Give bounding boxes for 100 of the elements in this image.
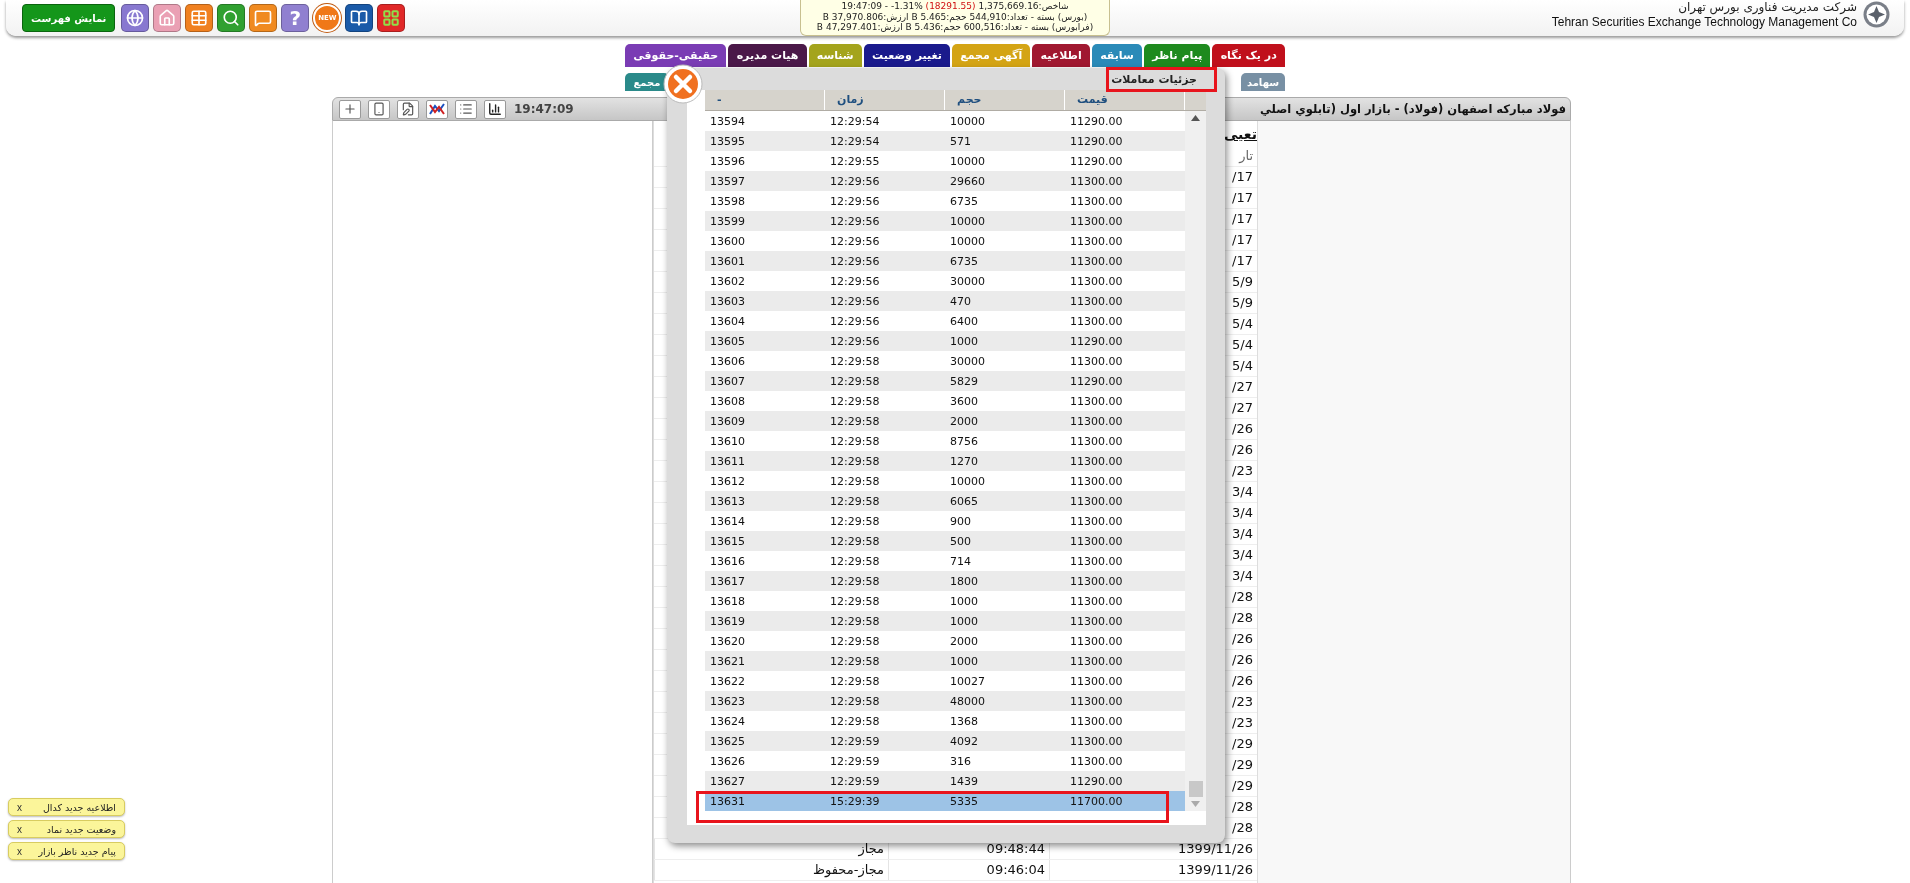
document-edit-icon[interactable] (397, 99, 419, 119)
tab[interactable]: اطلاعیه (1032, 44, 1090, 67)
table-cell: 09:46:04 (888, 860, 1049, 880)
table-cell-text: 13599 (709, 214, 746, 228)
table-cell-text: 11290.00 (1069, 774, 1124, 788)
table-row[interactable]: 13627 12:29:59 1439 11290.00 (705, 771, 1185, 791)
dismiss-button[interactable]: x (17, 845, 22, 857)
show-list-button[interactable]: نمایش فهرست (22, 4, 116, 32)
table-cell-text: 12:29:58 (829, 634, 881, 648)
tab[interactable]: هیات مدیره (728, 44, 807, 67)
company-name: Tehran Securities Exchange Technology Management Co (1551, 15, 1857, 29)
table-cell-text: 12:29:58 (829, 494, 881, 508)
table-cell-text: 1800 (949, 574, 979, 588)
tab[interactable]: حقیقی-حقوقی (625, 44, 727, 67)
table-row[interactable]: 13605 12:29:56 1000 11290.00 (705, 331, 1185, 351)
phone-icon[interactable] (368, 99, 390, 119)
notification-text: پیام جدید ناظر بازار (38, 845, 116, 857)
scrollbar[interactable] (1185, 111, 1206, 811)
list-icon[interactable] (455, 99, 477, 119)
table-cell-text: 12:29:54 (829, 134, 881, 148)
table-cell-text: 13596 (709, 154, 746, 168)
bar-chart-icon[interactable] (484, 99, 506, 119)
table-cell-text: 11290.00 (1069, 154, 1124, 168)
book-icon[interactable] (345, 4, 374, 32)
table-row[interactable]: 13603 12:29:56 470 11300.00 (705, 291, 1185, 311)
table-row[interactable]: 13595 12:29:54 571 11290.00 (705, 131, 1185, 151)
column-header: حجم (945, 90, 1065, 110)
table-cell-text: 10000 (949, 474, 986, 488)
table-row[interactable]: 13617 12:29:58 1800 11300.00 (705, 571, 1185, 591)
section-heading: تعیی (1223, 126, 1257, 142)
table-cell-text: 12:29:56 (829, 214, 881, 228)
tab[interactable]: تغییر وضعیت (863, 44, 951, 67)
table-icon[interactable] (185, 4, 214, 32)
table-row[interactable]: 13623 12:29:58 48000 11300.00 (705, 691, 1185, 711)
table-row[interactable]: 13613 12:29:58 6065 11300.00 (705, 491, 1185, 511)
table-row[interactable]: 13611 12:29:58 1270 11300.00 (705, 451, 1185, 471)
table-cell-text: 12:29:59 (829, 774, 881, 788)
table-row[interactable]: 13621 12:29:58 1000 11300.00 (705, 651, 1185, 671)
table-cell-text: 1000 (949, 594, 979, 608)
table-cell-text: 10000 (949, 154, 986, 168)
table-cell-text: 12:29:58 (829, 654, 881, 668)
table-cell-text: 12:29:58 (829, 514, 881, 528)
search-icon[interactable] (217, 4, 246, 32)
table-cell-text: 900 (949, 514, 972, 528)
table-cell-text: 12:29:58 (829, 554, 881, 568)
dialog-title: جزئیات معاملات (1111, 72, 1197, 86)
table-row[interactable]: 13615 12:29:58 500 11300.00 (705, 531, 1185, 551)
table-cell-text: 11300.00 (1069, 214, 1124, 228)
grid-icon[interactable] (377, 4, 406, 32)
chat-icon[interactable] (249, 4, 278, 32)
column-header: قیمت (1065, 90, 1185, 110)
table-cell-text: 11300.00 (1069, 634, 1124, 648)
table-cell-text: 12:29:56 (829, 294, 881, 308)
table-cell-text: 13623 (709, 694, 746, 708)
home-icon[interactable] (153, 4, 182, 32)
table-cell-text: 12:29:58 (829, 614, 881, 628)
table-cell-text: 11300.00 (1069, 674, 1124, 688)
table-cell-text: 11300.00 (1069, 174, 1124, 188)
index-change: (18291.55) (925, 1, 976, 11)
column-header: زمان (825, 90, 945, 110)
table-cell-text: 11300.00 (1069, 274, 1124, 288)
table-row[interactable]: 13619 12:29:58 1000 11300.00 (705, 611, 1185, 631)
table-cell-text: 13622 (709, 674, 746, 688)
globe-icon[interactable] (121, 4, 150, 32)
line-chart-icon[interactable] (426, 99, 448, 119)
table-cell: مجاز-محفوظ (654, 860, 888, 880)
table-cell-text: 12:29:56 (829, 174, 881, 188)
table-row[interactable]: 13609 12:29:58 2000 11300.00 (705, 411, 1185, 431)
table-cell-text: 12:29:55 (829, 154, 881, 168)
market-summary-line: (بورس) بسته - تعداد:544,910 حجم:5.465 B ارزش:37,970.806 B (821, 11, 1089, 22)
table-cell-text: 13594 (709, 114, 746, 128)
table-cell-text: 714 (949, 554, 972, 568)
table-cell-text: 30000 (949, 274, 986, 288)
tab[interactable]: در یک نگاه (1212, 44, 1285, 67)
tab[interactable]: سابقه (1091, 44, 1142, 67)
table-cell-text: 13609 (709, 414, 746, 428)
table-row[interactable]: 13599 12:29:56 10000 11300.00 (705, 211, 1185, 231)
table-row[interactable]: 13601 12:29:56 6735 11300.00 (705, 251, 1185, 271)
close-button[interactable] (663, 64, 703, 104)
panel-title: فولاد مبارکه اصفهان (فولاد) - بازار اول (تابلوي اصلي (1259, 102, 1566, 116)
table-cell-text: 12:29:58 (829, 534, 881, 548)
index-percent: %1.31- - 19:47:09 (841, 1, 923, 11)
table-cell-text: 1439 (949, 774, 979, 788)
tab[interactable]: مجمع (625, 73, 669, 91)
table-cell-text: 12:29:56 (829, 274, 881, 288)
table-cell-text: 12:29:59 (829, 754, 881, 768)
table-cell-text: 11290.00 (1069, 374, 1124, 388)
plus-icon[interactable] (339, 99, 361, 119)
table-cell-text: 11300.00 (1069, 714, 1124, 728)
table-row[interactable]: 13607 12:29:58 5829 11290.00 (705, 371, 1185, 391)
table-cell-text: 12:29:58 (829, 694, 881, 708)
table-cell-text: 6400 (949, 314, 979, 328)
tab[interactable]: پیام ناظر (1144, 44, 1211, 67)
table-row[interactable]: 13597 12:29:56 29660 11300.00 (705, 171, 1185, 191)
dismiss-button[interactable]: x (17, 801, 22, 813)
table-cell-text: 11300.00 (1069, 354, 1124, 368)
dismiss-button[interactable]: x (17, 823, 22, 835)
scrollbar-thumb[interactable] (1188, 781, 1203, 797)
table-cell-text: 500 (949, 534, 972, 548)
table-row[interactable]: 13625 12:29:59 4092 11300.00 (705, 731, 1185, 751)
